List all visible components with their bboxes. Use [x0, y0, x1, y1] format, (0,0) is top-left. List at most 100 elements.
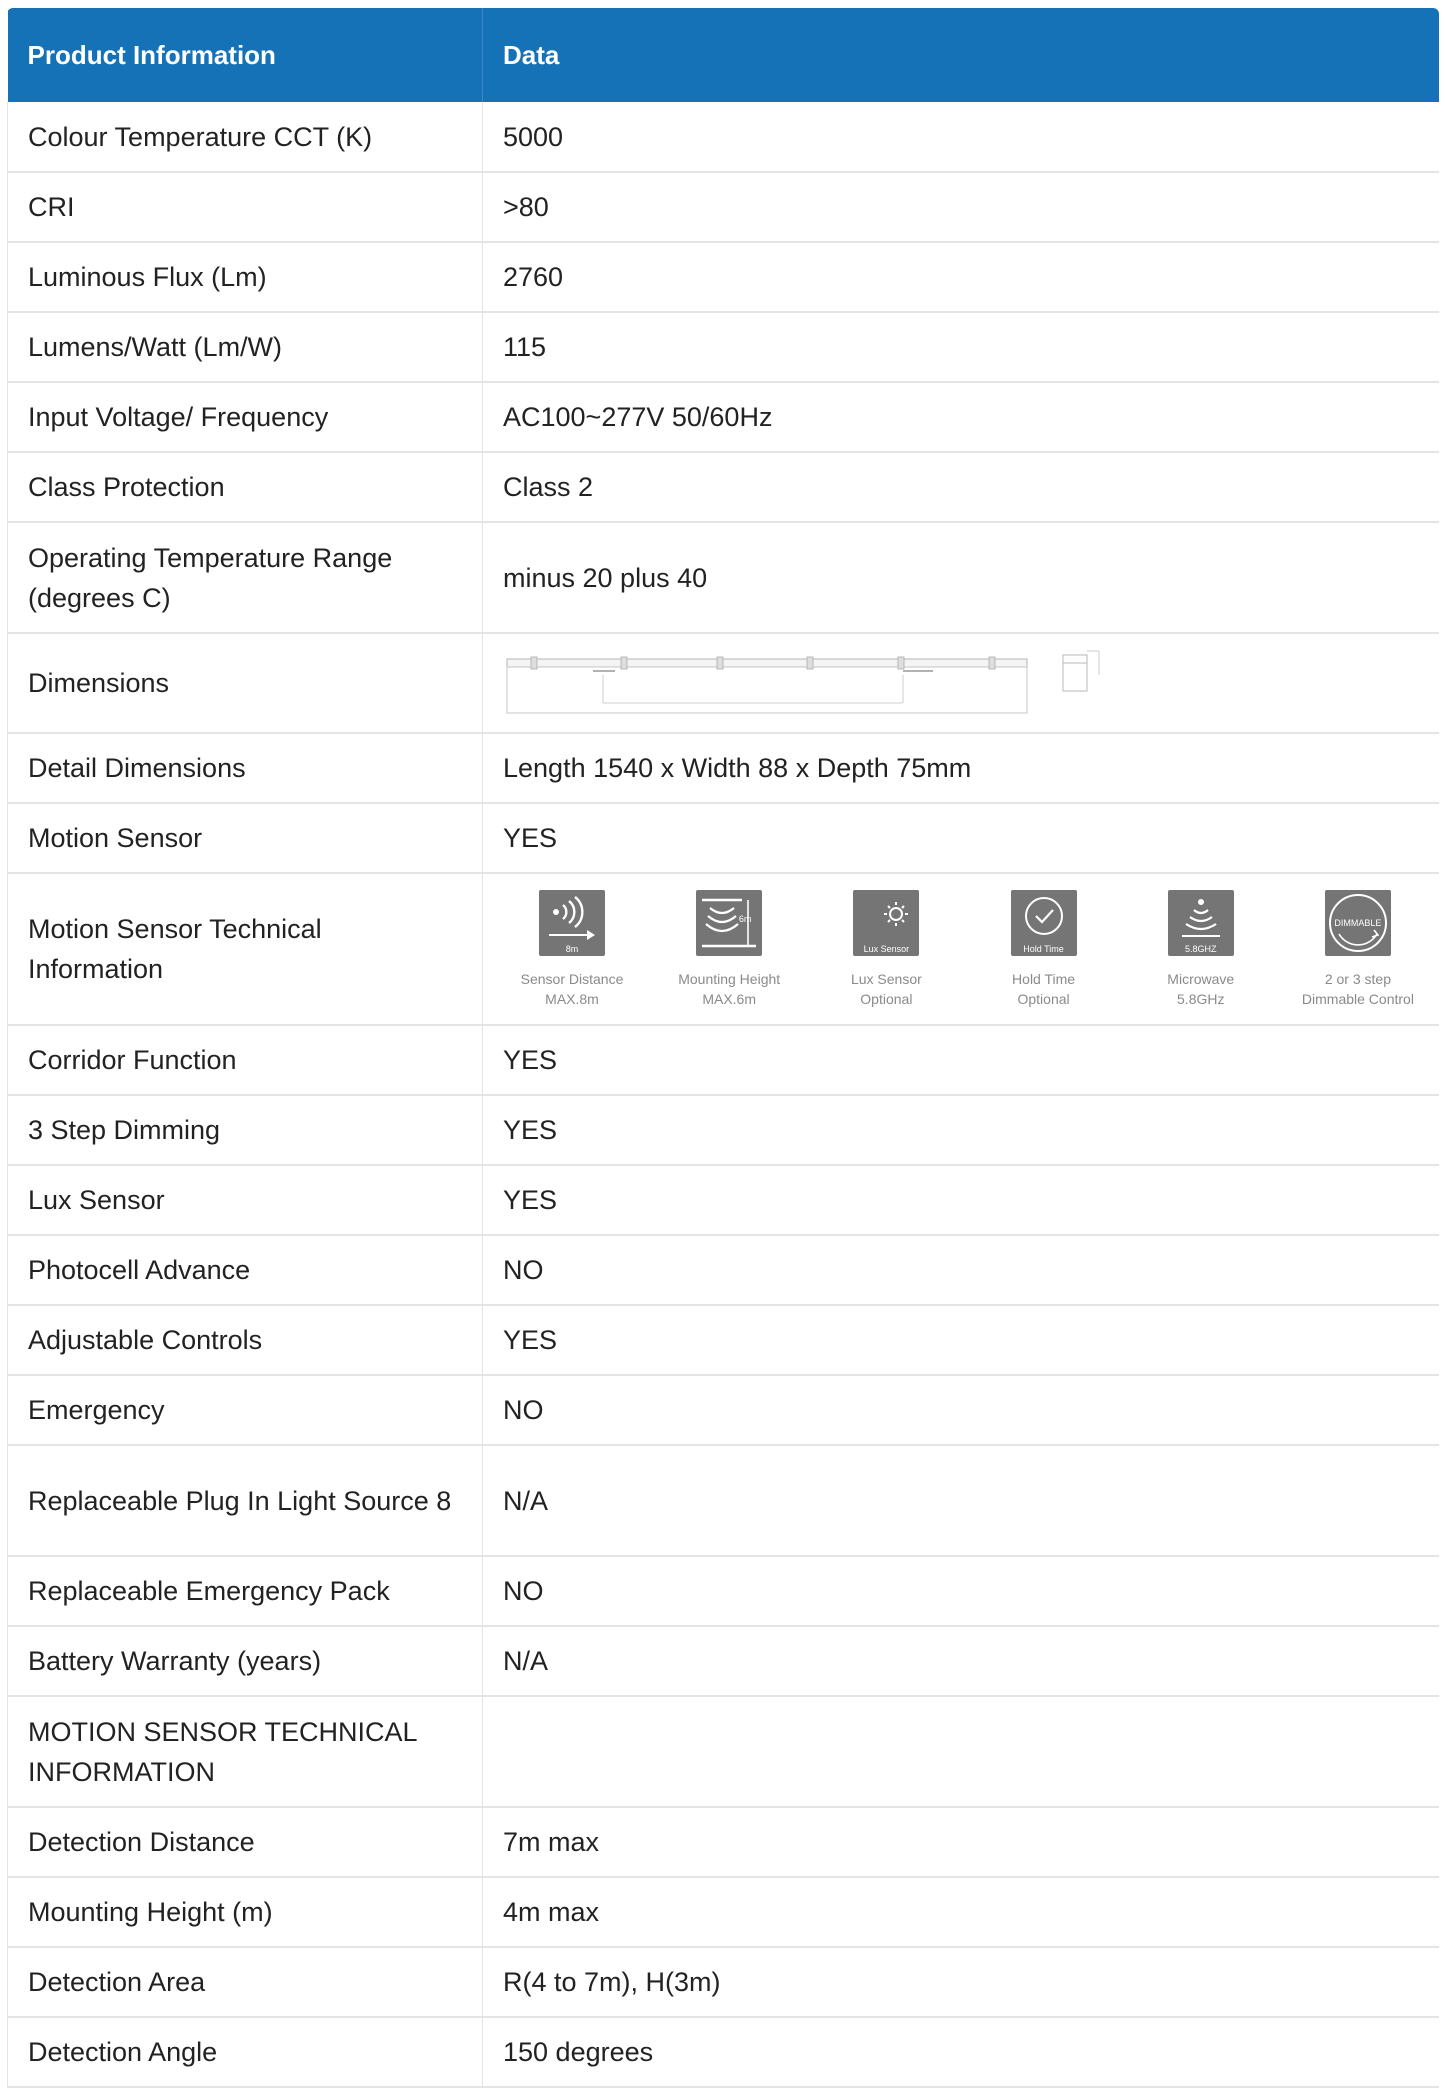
row-value: minus 20 plus 40 [482, 522, 1439, 633]
table-row: Class Protection Class 2 [7, 452, 1439, 522]
table-row: Replaceable Plug In Light Source 8 N/A [7, 1445, 1439, 1556]
caption-line-1: Sensor Distance [520, 970, 624, 987]
row-label: Detection Distance [7, 1807, 483, 1877]
caption-line-1: Mounting Height [678, 970, 781, 987]
row-value: AC100~277V 50/60Hz [482, 382, 1439, 452]
row-label: Colour Temperature CCT (K) [7, 102, 483, 172]
sensor-icon-tag: 6m [738, 913, 752, 924]
row-value: Length 1540 x Width 88 x Depth 75mm [482, 733, 1439, 803]
row-label: Adjustable Controls [7, 1305, 483, 1375]
table-row: Replaceable Emergency Pack NO [7, 1556, 1439, 1626]
table-row: Adjustable Controls YES [7, 1305, 1439, 1375]
sensor-icon-caption: Sensor Distance MAX.8m [521, 969, 624, 1009]
table-row: Motion Sensor Technical Information 8m S… [7, 873, 1439, 1025]
row-value: YES [482, 1095, 1439, 1165]
header-product-information: Product Information [27, 39, 276, 70]
row-label: Luminous Flux (Lm) [7, 242, 483, 312]
row-value: NO [482, 1375, 1439, 1445]
sensor-icon-caption: Lux Sensor Optional [851, 969, 922, 1009]
sensor-icon-item: 6m Mounting Height MAX.6m [654, 889, 804, 1009]
row-value: N/A [482, 1445, 1439, 1556]
table-row: Motion Sensor YES [7, 803, 1439, 873]
caption-line-2: Optional [1017, 990, 1070, 1007]
row-value: 4m max [482, 1877, 1439, 1947]
caption-line-2: 5.8GHz [1177, 990, 1225, 1007]
table-row: CRI >80 [7, 172, 1439, 242]
sensor-icon-item: Lux Sensor Lux Sensor Optional [811, 889, 961, 1009]
table-row: Lux Sensor YES [7, 1165, 1439, 1235]
sensor-icon-tag: 8m [565, 943, 579, 954]
caption-line-2: MAX.8m [545, 990, 599, 1007]
caption-line-1: Microwave [1167, 970, 1235, 987]
row-label: Motion Sensor [7, 803, 483, 873]
product-spec-table: Product Information Data Colour Temperat… [7, 8, 1439, 2088]
table-row: MOTION SENSOR TECHNICAL INFORMATION [7, 1696, 1439, 1807]
row-value-dimensions [482, 633, 1439, 733]
caption-line-1: Lux Sensor [850, 970, 922, 987]
sensor-icon-caption: Mounting Height MAX.6m [678, 969, 780, 1009]
mounting-height-icon: 6m [696, 889, 763, 956]
lux-sensor-icon: Lux Sensor [853, 889, 920, 956]
sensor-icon-item: 8m Sensor Distance MAX.8m [497, 889, 647, 1009]
sensor-icon-caption: Hold Time Optional [1012, 969, 1075, 1009]
row-label: CRI [7, 172, 483, 242]
row-label: Dimensions [7, 633, 483, 733]
caption-line-1: 2 or 3 step [1324, 970, 1391, 987]
row-value-sensor-icons: 8m Sensor Distance MAX.8m 6m Mounting He… [482, 873, 1439, 1025]
row-value: YES [482, 1165, 1439, 1235]
row-label: MOTION SENSOR TECHNICAL INFORMATION [7, 1696, 483, 1807]
row-label: Motion Sensor Technical Information [7, 873, 483, 1025]
row-label: 3 Step Dimming [7, 1095, 483, 1165]
row-label: Replaceable Plug In Light Source 8 [7, 1445, 483, 1556]
sensor-icon-tag: 5.8GHZ [1184, 943, 1217, 954]
row-value: 150 degrees [482, 2017, 1439, 2087]
table-row: Photocell Advance NO [7, 1235, 1439, 1305]
table-row: 3 Step Dimming YES [7, 1095, 1439, 1165]
sensor-icon-caption: Microwave 5.8GHz [1167, 969, 1234, 1009]
sensor-icon-item: DIMMABLE 2 or 3 step Dimmable Control [1283, 889, 1433, 1009]
dimensions-drawing [503, 645, 1103, 721]
sensor-icon-tag: Lux Sensor [863, 943, 910, 954]
row-value: NO [482, 1556, 1439, 1626]
caption-line-2: MAX.6m [702, 990, 757, 1007]
table-row: Colour Temperature CCT (K) 5000 [7, 102, 1439, 172]
row-label: Class Protection [7, 452, 483, 522]
caption-line-2: Dimmable Control [1301, 990, 1414, 1007]
caption-line-2: Optional [860, 990, 913, 1007]
row-value: Class 2 [482, 452, 1439, 522]
row-value: 2760 [482, 242, 1439, 312]
row-label: Detection Angle [7, 2017, 483, 2087]
row-label: Mounting Height (m) [7, 1877, 483, 1947]
table-row: Luminous Flux (Lm) 2760 [7, 242, 1439, 312]
table-row: Mounting Height (m) 4m max [7, 1877, 1439, 1947]
row-label: Emergency [7, 1375, 483, 1445]
row-label: Corridor Function [7, 1025, 483, 1095]
sensor-icon-tag: DIMMABLE [1334, 917, 1382, 928]
row-value: YES [482, 1305, 1439, 1375]
table-row: Dimensions [7, 633, 1439, 733]
row-label: Photocell Advance [7, 1235, 483, 1305]
microwave-icon: 5.8GHZ [1167, 889, 1234, 956]
row-value: >80 [482, 172, 1439, 242]
product-spec-table-wrapper: Product Information Data Colour Temperat… [7, 8, 1439, 2088]
header-data: Data [482, 8, 1439, 102]
table-row: Lumens/Watt (Lm/W) 115 [7, 312, 1439, 382]
row-label: Operating Temperature Range (degrees C) [7, 522, 483, 633]
table-row: Detail Dimensions Length 1540 x Width 88… [7, 733, 1439, 803]
table-row: Corridor Function YES [7, 1025, 1439, 1095]
table-row: Input Voltage/ Frequency AC100~277V 50/6… [7, 382, 1439, 452]
row-value: R(4 to 7m), H(3m) [482, 1947, 1439, 2017]
row-value: YES [482, 803, 1439, 873]
hold-time-icon: Hold Time [1010, 889, 1077, 956]
row-label: Lux Sensor [7, 1165, 483, 1235]
row-value: YES [482, 1025, 1439, 1095]
row-label: Input Voltage/ Frequency [7, 382, 483, 452]
sensor-icon-caption: 2 or 3 step Dimmable Control [1302, 969, 1414, 1009]
table-row: Detection Angle 150 degrees [7, 2017, 1439, 2087]
row-label: Detail Dimensions [7, 733, 483, 803]
sensor-distance-icon: 8m [539, 889, 605, 956]
sensor-icon-item: Hold Time Hold Time Optional [969, 889, 1119, 1009]
row-value: N/A [482, 1626, 1439, 1696]
row-label: Lumens/Watt (Lm/W) [7, 312, 483, 382]
row-label: Detection Area [7, 1947, 483, 2017]
